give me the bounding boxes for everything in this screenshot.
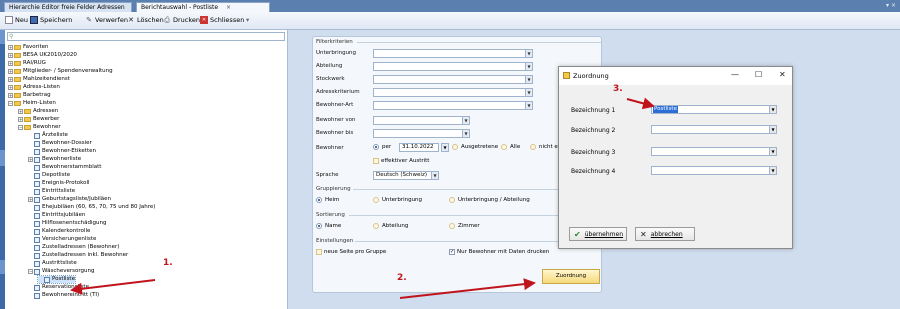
annotation-arrow-3 — [626, 97, 655, 110]
annotation-label-1: 1. — [163, 258, 173, 268]
annotation-arrow-2 — [399, 278, 536, 299]
annotation-arrow-1 — [70, 279, 156, 295]
annotation-overlay — [70, 97, 655, 299]
annotation-label-3: 3. — [613, 84, 623, 94]
annotation-label-2: 2. — [397, 273, 407, 283]
